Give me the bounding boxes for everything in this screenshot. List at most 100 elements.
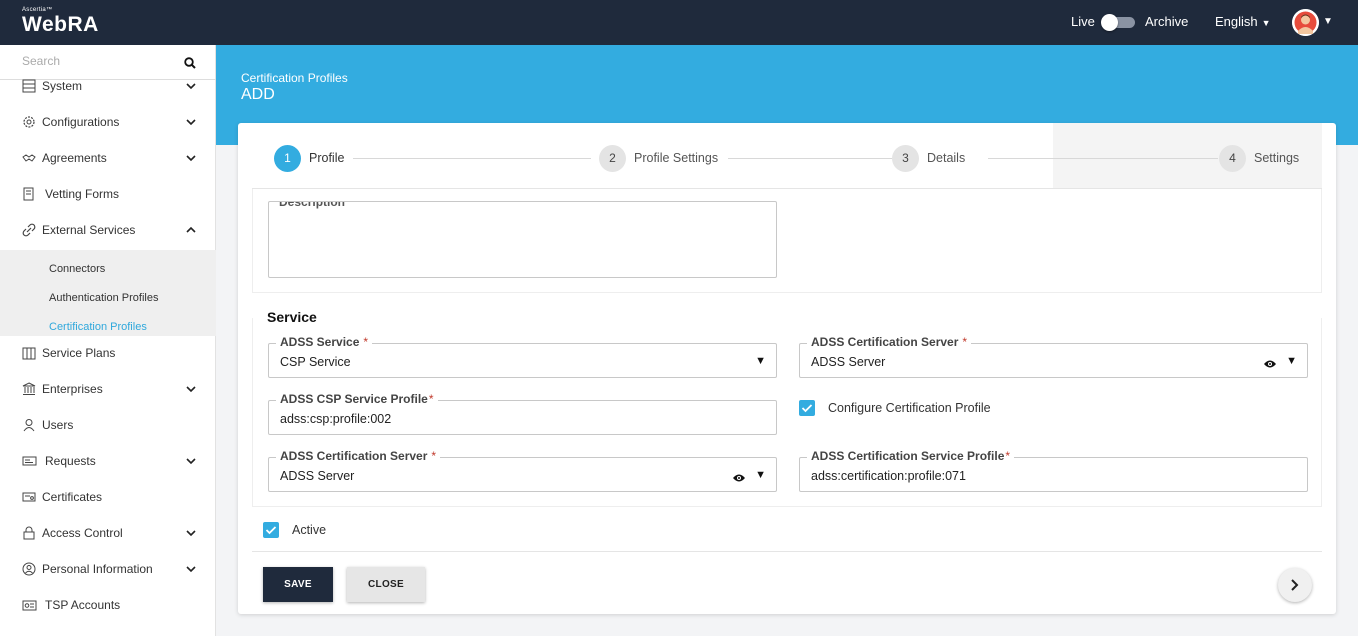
sidebar: System Configurations Agreements Vetting… bbox=[0, 45, 216, 636]
logo[interactable]: Ascertia™ WebRA bbox=[22, 7, 99, 37]
sidebar-subitem-connectors[interactable]: Connectors bbox=[49, 263, 105, 275]
sidebar-item-system[interactable]: System bbox=[0, 69, 216, 105]
sidebar-item-external-services[interactable]: External Services bbox=[0, 213, 216, 249]
description-label: Description bbox=[279, 201, 346, 209]
caret-down-icon: ▼ bbox=[1261, 18, 1271, 28]
archive-label: Archive bbox=[1145, 14, 1189, 29]
chevron-down-icon bbox=[185, 115, 197, 127]
caret-down-icon[interactable]: ▼ bbox=[1323, 16, 1333, 27]
sidebar-item-service-plans[interactable]: Service Plans bbox=[0, 336, 216, 372]
sidebar-item-agreements[interactable]: Agreements bbox=[0, 141, 216, 177]
caret-down-icon: ▼ bbox=[755, 355, 766, 367]
adss-service-select[interactable]: ADSS Service * CSP Service ▼ bbox=[268, 335, 777, 378]
checkbox-label: Configure Certification Profile bbox=[828, 401, 991, 415]
form-icon bbox=[22, 187, 36, 201]
sidebar-item-label: Personal Information bbox=[42, 562, 153, 576]
sidebar-item-users[interactable]: Users bbox=[0, 408, 216, 444]
certificate-icon bbox=[22, 490, 36, 504]
sidebar-item-configurations[interactable]: Configurations bbox=[0, 105, 216, 141]
requests-icon bbox=[22, 454, 37, 468]
sidebar-item-label: External Services bbox=[42, 223, 136, 237]
chevron-down-icon bbox=[185, 454, 197, 466]
chevron-down-icon bbox=[185, 562, 197, 574]
sidebar-item-label: System bbox=[42, 79, 83, 93]
description-section: Description bbox=[252, 189, 1322, 293]
description-textarea[interactable]: Description bbox=[268, 201, 777, 278]
logo-name: WebRA bbox=[22, 13, 99, 36]
user-icon bbox=[22, 418, 36, 432]
sidebar-item-label: Enterprises bbox=[42, 382, 103, 396]
language-label: English bbox=[1215, 14, 1258, 29]
gear-icon bbox=[22, 115, 36, 129]
close-button[interactable]: CLOSE bbox=[347, 567, 425, 602]
language-selector[interactable]: English ▼ bbox=[1215, 14, 1271, 29]
link-icon bbox=[22, 223, 36, 237]
chevron-up-icon bbox=[185, 223, 197, 235]
csp-service-profile-input[interactable]: ADSS CSP Service Profile* adss:csp:profi… bbox=[268, 392, 777, 435]
field-value: adss:csp:profile:002 bbox=[280, 412, 392, 426]
sidebar-item-label: Configurations bbox=[42, 115, 120, 129]
chevron-down-icon bbox=[185, 526, 197, 538]
field-label: ADSS Certification Service Profile* bbox=[807, 449, 1015, 463]
toggle-knob bbox=[1101, 14, 1118, 31]
sidebar-item-label: Access Control bbox=[42, 526, 123, 540]
field-label: ADSS Certification Server * bbox=[807, 335, 972, 349]
page-title: ADD bbox=[241, 86, 275, 103]
sidebar-item-label: Agreements bbox=[42, 151, 107, 165]
step-label: Profile Settings bbox=[634, 151, 719, 165]
field-value: adss:certification:profile:071 bbox=[811, 469, 966, 483]
adss-certification-server-select[interactable]: ADSS Certification Server * ADSS Server ▼ bbox=[799, 335, 1308, 378]
sidebar-item-access-control[interactable]: Access Control bbox=[0, 516, 216, 552]
chevron-right-icon bbox=[1291, 579, 1299, 591]
checkbox-checked[interactable] bbox=[799, 400, 815, 416]
sidebar-item-label: Users bbox=[42, 418, 74, 432]
chevron-down-icon bbox=[185, 151, 197, 163]
checkbox-label: Active bbox=[292, 523, 327, 537]
stepper: 1 Profile 2 Profile Settings 3 Details 4… bbox=[252, 123, 1322, 189]
field-label: ADSS CSP Service Profile* bbox=[276, 392, 438, 406]
step-number: 1 bbox=[274, 145, 301, 172]
chevron-down-icon bbox=[185, 79, 197, 91]
person-circle-icon bbox=[22, 562, 36, 576]
certification-service-profile-input[interactable]: ADSS Certification Service Profile* adss… bbox=[799, 449, 1308, 492]
external-services-submenu: Connectors Authentication Profiles Certi… bbox=[0, 250, 216, 336]
search-input[interactable] bbox=[22, 54, 172, 68]
sidebar-item-certificates[interactable]: Certificates bbox=[0, 480, 216, 516]
sidebar-item-vetting-forms[interactable]: Vetting Forms bbox=[0, 177, 216, 213]
bank-icon bbox=[22, 382, 36, 396]
field-label: ADSS Certification Server * bbox=[276, 449, 441, 463]
next-step-button[interactable] bbox=[1278, 568, 1312, 602]
sidebar-item-label: Service Plans bbox=[42, 346, 116, 360]
service-section: ADSS Service * CSP Service ▼ ADSS Certifi… bbox=[252, 318, 1322, 507]
save-button[interactable]: SAVE bbox=[263, 567, 333, 602]
form-card: 1 Profile 2 Profile Settings 3 Details 4… bbox=[238, 123, 1336, 614]
step-label: Details bbox=[927, 151, 966, 165]
breadcrumb[interactable]: Certification Profiles bbox=[241, 71, 348, 85]
sidebar-item-label: Requests bbox=[45, 454, 96, 468]
live-archive-toggle[interactable] bbox=[1101, 14, 1135, 31]
caret-down-icon: ▼ bbox=[1286, 355, 1297, 367]
user-avatar-icon[interactable] bbox=[1292, 9, 1319, 36]
field-value: ADSS Server bbox=[280, 469, 355, 483]
sidebar-item-label: Certificates bbox=[42, 490, 103, 504]
sidebar-item-enterprises[interactable]: Enterprises bbox=[0, 372, 216, 408]
step-connector bbox=[353, 158, 591, 159]
live-label: Live bbox=[1071, 14, 1095, 29]
lock-icon bbox=[22, 526, 36, 540]
adss-certification-server-left-select[interactable]: ADSS Certification Server * ADSS Server ▼ bbox=[268, 449, 777, 492]
divider bbox=[252, 551, 1322, 552]
field-label: ADSS Service * bbox=[276, 335, 373, 349]
eye-icon[interactable] bbox=[1263, 356, 1277, 374]
step-connector bbox=[728, 158, 892, 159]
eye-icon[interactable] bbox=[732, 470, 746, 488]
sidebar-item-personal-information[interactable]: Personal Information bbox=[0, 552, 216, 588]
step-connector bbox=[988, 158, 1218, 159]
checkbox-checked[interactable] bbox=[263, 522, 279, 538]
sidebar-item-tsp-accounts[interactable]: TSP Accounts bbox=[0, 588, 216, 624]
sidebar-subitem-certification-profiles[interactable]: Certification Profiles bbox=[49, 321, 147, 333]
sidebar-subitem-authentication-profiles[interactable]: Authentication Profiles bbox=[49, 292, 158, 304]
server-icon bbox=[22, 79, 36, 93]
sidebar-item-label: Vetting Forms bbox=[45, 187, 120, 201]
sidebar-item-requests[interactable]: Requests bbox=[0, 444, 216, 480]
step-number: 3 bbox=[892, 145, 919, 172]
